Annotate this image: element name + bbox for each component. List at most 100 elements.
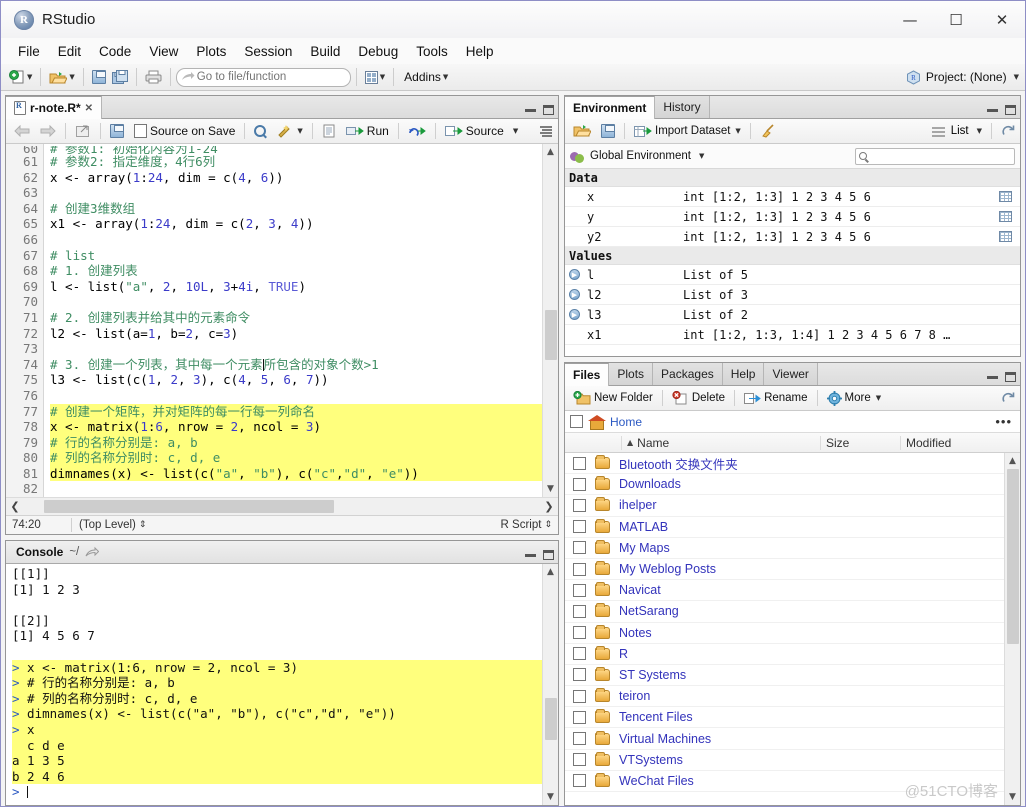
load-workspace-button[interactable] bbox=[569, 122, 595, 140]
code-line[interactable]: l3 <- list(c(1, 2, 3), c(4, 5, 6, 7)) bbox=[50, 372, 558, 388]
pane-layout-button[interactable]: ▼ bbox=[362, 66, 388, 88]
addins-button[interactable]: Addins ▼ bbox=[399, 68, 453, 86]
tab-help[interactable]: Help bbox=[722, 363, 765, 385]
row-checkbox[interactable] bbox=[573, 710, 586, 724]
menu-item-help[interactable]: Help bbox=[457, 41, 503, 62]
view-in-new-window-icon[interactable] bbox=[85, 546, 100, 558]
filetype-updown-icon[interactable]: ⇕ bbox=[544, 520, 552, 530]
environment-scope-selector[interactable]: Global Environment ▼ bbox=[565, 144, 1020, 169]
code-line[interactable]: # list bbox=[50, 248, 558, 264]
row-checkbox[interactable] bbox=[573, 647, 586, 661]
code-line[interactable]: l <- list("a", 2, 10L, 3+4i, TRUE) bbox=[50, 279, 558, 295]
file-row[interactable]: Tencent Files bbox=[565, 707, 1020, 729]
tab-files[interactable]: Files bbox=[565, 363, 610, 386]
environment-object-row[interactable]: y int [1:2, 1:3] 1 2 3 4 5 6 bbox=[565, 207, 1020, 227]
source-back-button[interactable] bbox=[10, 123, 34, 139]
file-row[interactable]: My Weblog Posts bbox=[565, 559, 1020, 581]
save-workspace-button[interactable] bbox=[597, 122, 619, 140]
files-list[interactable]: Bluetooth 交换文件夹 Downloads ihelper MATLAB My … bbox=[565, 453, 1020, 805]
goto-file-function-box[interactable] bbox=[175, 67, 351, 87]
minimize-pane-icon[interactable] bbox=[525, 553, 536, 557]
row-checkbox[interactable] bbox=[573, 477, 586, 491]
editor-horizontal-scrollbar[interactable]: ❮ ❯ bbox=[6, 497, 558, 515]
file-row[interactable]: Notes bbox=[565, 623, 1020, 644]
file-name[interactable]: Navicat bbox=[619, 583, 661, 597]
row-checkbox[interactable] bbox=[573, 626, 586, 640]
print-button[interactable] bbox=[142, 66, 165, 88]
scope-updown-icon[interactable]: ⇕ bbox=[139, 520, 147, 530]
file-row[interactable]: NetSarang bbox=[565, 601, 1020, 623]
row-checkbox[interactable] bbox=[573, 604, 586, 618]
scroll-right-icon[interactable]: ❯ bbox=[540, 498, 558, 515]
row-checkbox[interactable] bbox=[573, 774, 586, 788]
view-data-icon[interactable] bbox=[999, 211, 1012, 222]
menu-item-file[interactable]: File bbox=[9, 41, 49, 62]
maximize-pane-icon[interactable] bbox=[543, 550, 554, 560]
outline-icon[interactable] bbox=[539, 125, 553, 137]
environment-object-row[interactable]: y2 int [1:2, 1:3] 1 2 3 4 5 6 bbox=[565, 227, 1020, 247]
more-button[interactable]: More ▼ bbox=[823, 389, 886, 408]
environment-object-row[interactable]: ▶ l List of 5 bbox=[565, 265, 1020, 285]
row-checkbox[interactable] bbox=[573, 668, 586, 682]
maximize-button[interactable]: ☐ bbox=[933, 1, 979, 38]
delete-button[interactable]: Delete bbox=[668, 389, 729, 407]
minimize-pane-icon[interactable] bbox=[987, 108, 998, 112]
scroll-thumb[interactable] bbox=[1006, 469, 1019, 644]
code-line[interactable] bbox=[50, 185, 558, 201]
file-row[interactable]: R bbox=[565, 644, 1020, 665]
scroll-down-icon[interactable]: ▼ bbox=[1005, 789, 1021, 805]
code-line[interactable] bbox=[50, 341, 558, 357]
view-mode-label[interactable]: List bbox=[951, 125, 969, 137]
row-checkbox[interactable] bbox=[573, 541, 586, 555]
file-name[interactable]: Bluetooth 交换文件夹 bbox=[619, 454, 738, 473]
maximize-pane-icon[interactable] bbox=[1005, 105, 1016, 115]
scroll-thumb[interactable] bbox=[544, 310, 557, 360]
source-save-button[interactable] bbox=[106, 122, 128, 140]
new-folder-button[interactable]: New Folder bbox=[569, 389, 657, 407]
scroll-up-icon[interactable]: ▲ bbox=[543, 564, 559, 580]
run-button[interactable]: Run bbox=[342, 122, 393, 140]
code-line[interactable]: # 参数1: 初始化内容为1-24 bbox=[50, 146, 558, 154]
code-line[interactable]: x1 <- array(1:24, dim = c(2, 3, 4)) bbox=[50, 216, 558, 232]
open-file-button[interactable]: ▼ bbox=[46, 66, 77, 88]
menu-item-plots[interactable]: Plots bbox=[187, 41, 235, 62]
code-line[interactable]: l2 <- list(a=1, b=2, c=3) bbox=[50, 326, 558, 342]
environment-search-box[interactable] bbox=[855, 147, 1015, 165]
project-selector[interactable]: R Project: (None) ▼ bbox=[906, 69, 1019, 85]
minimize-button[interactable]: — bbox=[887, 1, 933, 38]
source-on-save-checkbox[interactable] bbox=[134, 124, 147, 138]
hscroll-track[interactable] bbox=[24, 498, 540, 515]
tab-history[interactable]: History bbox=[655, 96, 710, 118]
file-row[interactable]: ST Systems bbox=[565, 665, 1020, 687]
minimize-pane-icon[interactable] bbox=[525, 108, 536, 112]
code-line[interactable]: dimnames(x) <- list(c("a", "b"), c("c","… bbox=[50, 465, 558, 482]
file-row[interactable]: teiron bbox=[565, 686, 1020, 708]
row-checkbox[interactable] bbox=[573, 583, 586, 597]
show-in-new-window-button[interactable] bbox=[71, 122, 95, 140]
row-checkbox[interactable] bbox=[573, 456, 586, 470]
save-all-button[interactable] bbox=[109, 66, 131, 88]
environment-object-row[interactable]: x int [1:2, 1:3] 1 2 3 4 5 6 bbox=[565, 187, 1020, 207]
file-name[interactable]: Virtual Machines bbox=[619, 732, 711, 746]
tab-plots[interactable]: Plots bbox=[609, 363, 654, 385]
expand-icon[interactable]: ▶ bbox=[569, 269, 580, 280]
file-name[interactable]: My Maps bbox=[619, 541, 670, 555]
menu-item-debug[interactable]: Debug bbox=[349, 41, 407, 62]
code-line[interactable]: # 2. 创建列表并给其中的元素命令 bbox=[50, 310, 558, 326]
list-view-icon[interactable] bbox=[931, 126, 945, 137]
minimize-pane-icon[interactable] bbox=[987, 375, 998, 379]
scroll-track[interactable] bbox=[543, 160, 559, 481]
file-name[interactable]: WeChat Files bbox=[619, 774, 694, 788]
file-name[interactable]: Downloads bbox=[619, 477, 681, 491]
code-line[interactable]: # 参数2: 指定维度，4行6列 bbox=[50, 154, 558, 170]
file-name[interactable]: ST Systems bbox=[619, 668, 686, 682]
scroll-thumb[interactable] bbox=[544, 698, 557, 740]
menu-item-session[interactable]: Session bbox=[235, 41, 301, 62]
import-dataset-button[interactable]: Import Dataset ▼ bbox=[630, 123, 745, 140]
scroll-up-icon[interactable]: ▲ bbox=[1005, 453, 1021, 469]
source-on-save-toggle[interactable]: Source on Save bbox=[130, 122, 239, 140]
scroll-up-icon[interactable]: ▲ bbox=[543, 144, 559, 160]
code-line[interactable] bbox=[50, 294, 558, 310]
file-name[interactable]: Notes bbox=[619, 626, 652, 640]
row-checkbox[interactable] bbox=[573, 753, 586, 767]
